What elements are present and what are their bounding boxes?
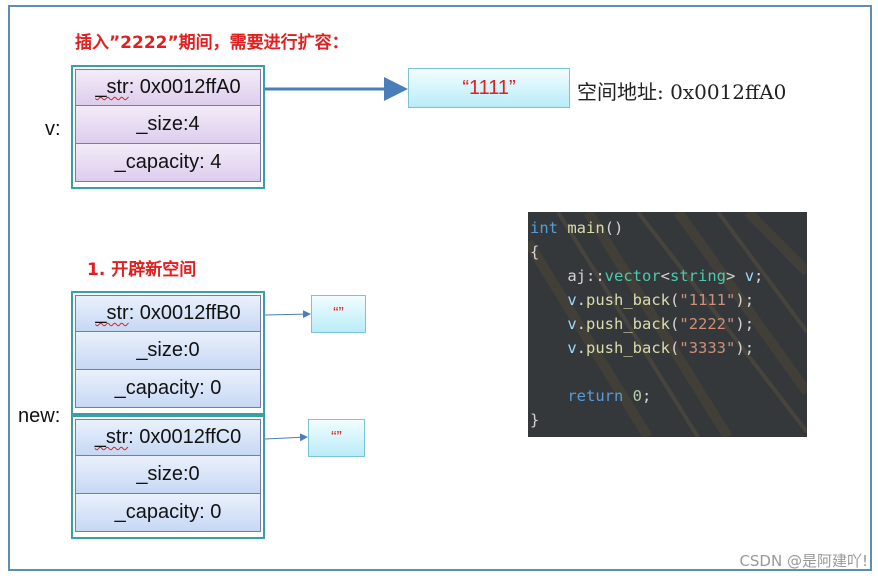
new1-str-cell: _str: 0x0012ffB0 xyxy=(75,295,261,332)
new1-str-name: _str xyxy=(95,302,129,324)
new2-capacity-cell: _capacity: 0 xyxy=(75,494,261,532)
code-line: } xyxy=(530,411,540,429)
watermark: CSDN @是阿建吖! xyxy=(739,552,868,570)
new1-size-cell: _size:0 xyxy=(75,332,261,370)
code-line: aj::vector<string> v; xyxy=(567,267,764,285)
new2-arrow xyxy=(264,433,308,442)
code-snippet: int main() { aj::vector<string> v; v.pus… xyxy=(528,212,807,437)
code-lines: int main() { aj::vector<string> v; v.pus… xyxy=(530,216,763,432)
code-line: int main() xyxy=(530,219,624,237)
new2-size-cell: _size:0 xyxy=(75,456,261,494)
new1-string-box: “” xyxy=(311,295,366,333)
code-line: return 0; xyxy=(567,387,652,405)
new2-str-value: : 0x0012ffC0 xyxy=(128,426,242,448)
code-line: v.push_back("1111"); xyxy=(567,291,755,309)
new-struct-2: _str: 0x0012ffC0 _size:0 _capacity: 0 xyxy=(71,415,265,539)
new1-capacity-cell: _capacity: 0 xyxy=(75,370,261,408)
title-step1: 1. 开辟新空间 xyxy=(87,260,197,280)
new1-arrow xyxy=(264,310,311,319)
code-line: { xyxy=(530,243,540,261)
new-label: new: xyxy=(18,405,61,427)
code-line: v.push_back("2222"); xyxy=(567,315,755,333)
new1-str-value: : 0x0012ffB0 xyxy=(128,302,241,324)
new2-string-box: “” xyxy=(308,419,365,457)
new-struct-1: _str: 0x0012ffB0 _size:0 _capacity: 0 xyxy=(71,291,265,415)
new2-str-name: _str xyxy=(94,426,129,448)
code-line: v.push_back("3333"); xyxy=(567,339,755,357)
new2-str-cell: _str: 0x0012ffC0 xyxy=(75,419,261,456)
